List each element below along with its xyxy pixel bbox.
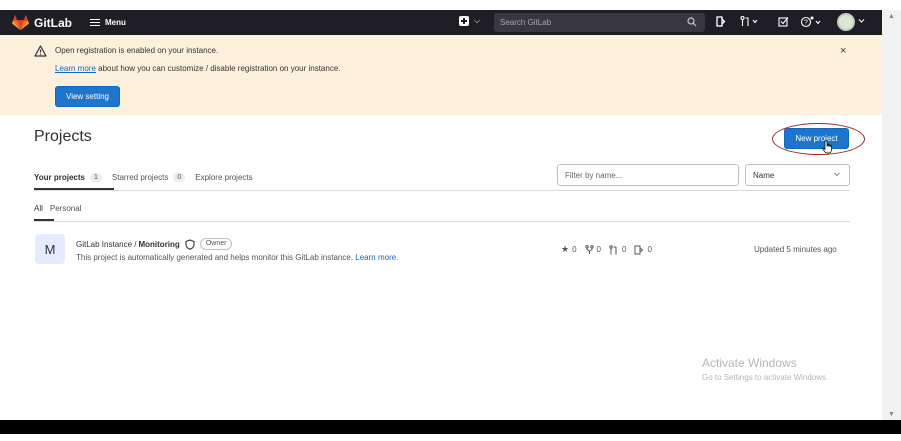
vertical-scrollbar[interactable]: ▲ ▼	[882, 10, 901, 420]
role-badge: Owner	[199, 238, 233, 250]
fork-icon	[584, 244, 594, 254]
project-description-text: This project is automatically generated …	[76, 253, 354, 262]
stars-value: 0	[572, 245, 577, 254]
gitlab-home-link[interactable]: GitLab	[12, 14, 72, 31]
merge-requests-count[interactable]: 0	[609, 244, 627, 255]
activate-windows-title: Activate Windows	[702, 356, 797, 370]
help-icon[interactable]: ?	[800, 16, 822, 32]
page-title: Projects	[34, 128, 92, 145]
gitlab-logo-icon	[12, 14, 29, 30]
tab-label: Your projects	[34, 172, 85, 182]
chevron-down-icon	[858, 16, 865, 30]
tabs-divider	[34, 190, 850, 191]
brand-name: GitLab	[34, 15, 72, 30]
tab-label: Explore projects	[195, 172, 253, 182]
activate-windows-subtitle: Go to Settings to activate Windows.	[702, 373, 829, 382]
subtab-personal[interactable]: Personal	[50, 204, 82, 213]
user-avatar[interactable]	[837, 13, 855, 31]
project-stats: ★ 0 0 0 0	[561, 244, 660, 255]
search-input[interactable]	[500, 18, 680, 27]
project-tabs: Your projects 1 Starred projects 0 Explo…	[34, 164, 263, 190]
stars-count[interactable]: ★ 0	[561, 244, 577, 255]
sort-value: Name	[753, 170, 775, 180]
alert-title: Open registration is enabled on your ins…	[55, 46, 219, 55]
registration-alert: Open registration is enabled on your ins…	[0, 35, 882, 115]
search-icon	[687, 17, 697, 27]
search-box[interactable]	[494, 13, 705, 32]
menu-button[interactable]: Menu	[90, 18, 126, 27]
menu-label: Menu	[105, 18, 126, 27]
forks-value: 0	[596, 245, 601, 254]
issues-value: 0	[647, 245, 652, 254]
scroll-up-arrow-icon[interactable]: ▲	[888, 13, 895, 20]
tab-explore-projects[interactable]: Explore projects	[195, 173, 252, 182]
merge-requests-value: 0	[621, 245, 627, 254]
tab-your-projects[interactable]: Your projects 1	[34, 172, 102, 182]
tab-label: Starred projects	[111, 172, 169, 182]
merge-request-icon	[609, 244, 617, 254]
svg-text:?: ?	[804, 20, 808, 27]
sort-dropdown[interactable]: Name	[745, 164, 850, 186]
todos-icon[interactable]	[778, 16, 789, 31]
learn-more-link[interactable]: Learn more	[55, 64, 96, 73]
issues-count[interactable]: 0	[634, 245, 652, 255]
tab-starred-projects[interactable]: Starred projects 0	[111, 172, 186, 182]
subtab-all[interactable]: All	[34, 204, 43, 213]
active-tab-indicator	[34, 188, 114, 190]
view-setting-button[interactable]: View setting	[55, 86, 120, 107]
plus-square-icon	[459, 16, 469, 26]
hamburger-icon	[90, 19, 100, 26]
project-description: This project is automatically generated …	[76, 253, 398, 262]
shield-icon	[185, 238, 195, 250]
chevron-down-icon	[833, 170, 841, 180]
scroll-down-arrow-icon[interactable]: ▼	[888, 411, 895, 418]
merge-requests-icon[interactable]	[740, 15, 758, 31]
updated-timestamp: Updated 5 minutes ago	[754, 245, 837, 254]
alert-message: Learn more about how you can customize /…	[55, 64, 341, 73]
top-navbar: GitLab Menu ⌵ ?	[0, 10, 882, 35]
tab-count-badge: 0	[173, 172, 186, 182]
project-namespace[interactable]: GitLab Instance /	[76, 240, 136, 249]
chevron-down-icon: ⌵	[474, 16, 481, 25]
alert-message-text: about how you can customize / disable re…	[95, 64, 341, 73]
project-title: GitLab Instance / Monitoring Owner	[76, 238, 233, 250]
subtabs-divider	[34, 221, 850, 222]
new-project-button[interactable]: New project	[784, 128, 849, 149]
filter-by-name-input[interactable]	[557, 164, 739, 186]
hand-cursor-icon	[822, 140, 832, 154]
taskbar-edge	[0, 420, 901, 434]
create-new-dropdown[interactable]: ⌵	[459, 16, 480, 26]
project-learn-more-link[interactable]: Learn more.	[355, 253, 398, 262]
project-filter-subtabs: All Personal	[34, 198, 88, 218]
issues-icon[interactable]	[716, 16, 726, 31]
close-icon[interactable]: ×	[840, 45, 846, 57]
star-icon: ★	[561, 244, 570, 254]
project-avatar[interactable]: M	[35, 234, 65, 264]
warning-icon	[34, 45, 47, 57]
project-name-link[interactable]: Monitoring	[138, 240, 179, 249]
forks-count[interactable]: 0	[584, 244, 601, 255]
tab-count-badge: 1	[89, 172, 102, 182]
issues-icon	[634, 245, 644, 254]
